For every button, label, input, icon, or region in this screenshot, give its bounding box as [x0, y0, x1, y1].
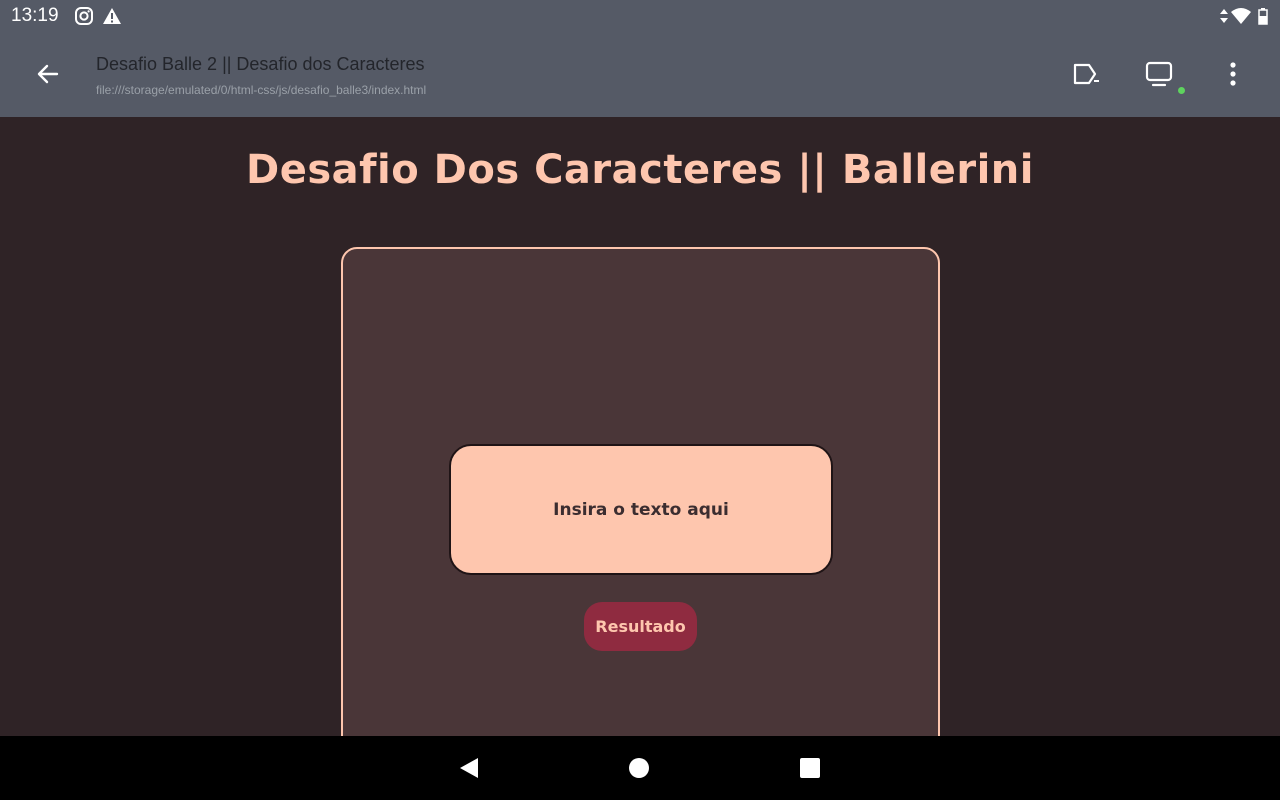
page-heading: Desafio Dos Caracteres || Ballerini — [246, 147, 1034, 193]
more-options-button[interactable] — [1213, 54, 1253, 94]
page-title: Desafio Balle 2 || Desafio dos Caractere… — [96, 54, 425, 74]
main-card: Resultado — [341, 247, 940, 736]
text-input[interactable] — [449, 444, 833, 575]
web-content: Desafio Dos Caracteres || Ballerini Resu… — [0, 117, 1280, 736]
navigation-bar — [0, 736, 1280, 800]
page-url: file:///storage/emulated/0/html-css/js/d… — [96, 83, 427, 97]
monitor-status-dot — [1178, 87, 1185, 94]
battery-icon — [1257, 6, 1269, 26]
nav-recents-button[interactable] — [790, 750, 830, 786]
back-arrow-icon — [37, 64, 59, 84]
warning-icon — [102, 6, 122, 26]
nav-recents-icon — [800, 758, 820, 778]
nav-back-button[interactable] — [449, 750, 489, 786]
more-vertical-icon — [1230, 62, 1236, 86]
nav-home-icon — [629, 758, 649, 778]
browser-toolbar: Desafio Balle 2 || Desafio dos Caractere… — [0, 32, 1280, 117]
wifi-icon — [1230, 6, 1251, 26]
status-bar: 13:19 — [0, 0, 1280, 32]
console-button[interactable] — [1066, 54, 1106, 94]
result-button[interactable]: Resultado — [584, 602, 697, 651]
nav-home-button[interactable] — [619, 750, 659, 786]
instagram-icon — [74, 6, 94, 26]
nav-back-icon — [460, 758, 478, 778]
monitor-button[interactable] — [1139, 54, 1179, 94]
back-button[interactable] — [24, 52, 72, 96]
monitor-icon — [1145, 61, 1173, 87]
status-time: 13:19 — [11, 5, 59, 26]
console-icon — [1073, 63, 1099, 85]
data-arrows-icon — [1218, 6, 1230, 26]
